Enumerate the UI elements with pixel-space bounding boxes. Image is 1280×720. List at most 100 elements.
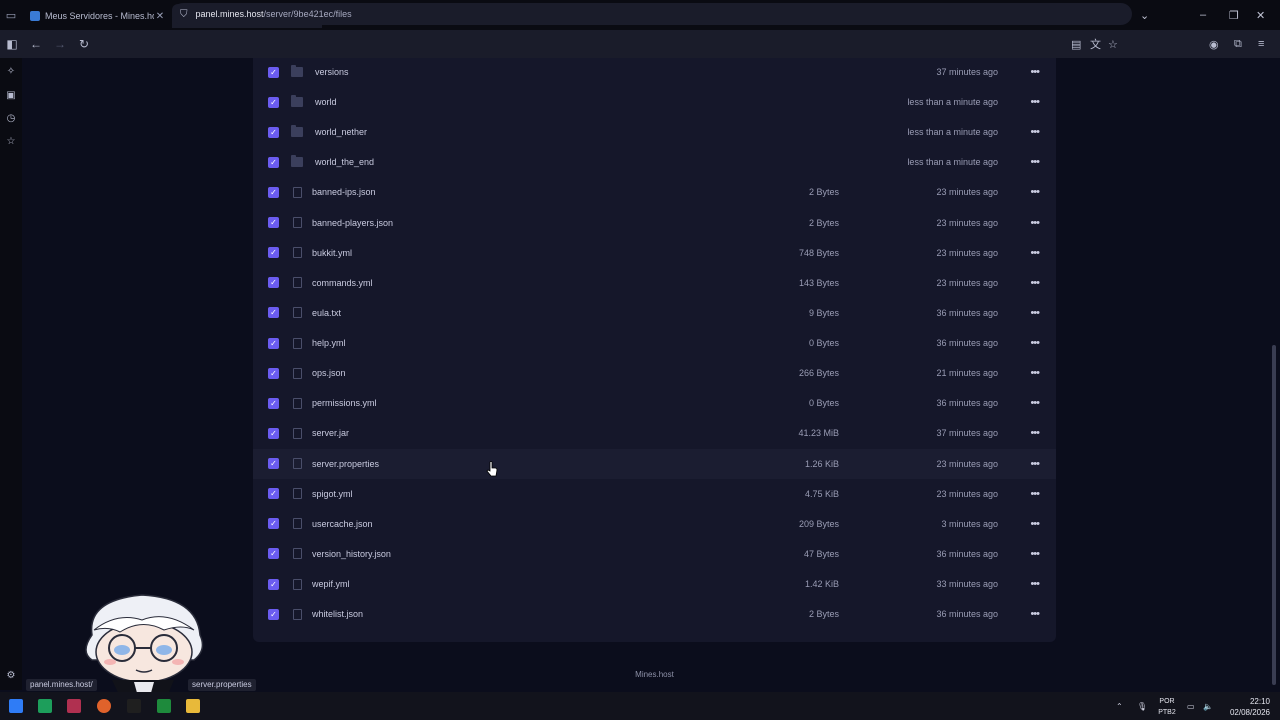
taskbar-vpn-icon[interactable] — [67, 699, 81, 713]
row-checkbox[interactable]: ✓ — [268, 367, 279, 379]
row-checkbox[interactable]: ✓ — [268, 186, 279, 198]
file-name[interactable]: server.properties — [312, 459, 379, 469]
bookmark-star-icon[interactable]: ☆ — [1108, 30, 1118, 58]
more-options-icon[interactable]: ••• — [1030, 578, 1040, 590]
file-name[interactable]: server.jar — [312, 428, 349, 438]
site-info-icon[interactable]: ⛉ — [180, 9, 188, 20]
address-bar[interactable]: ⛉ panel.mines.host/server/9be421ec/files — [172, 3, 1132, 25]
account-icon[interactable]: ◉ — [1209, 30, 1219, 58]
system-clock[interactable]: 22:10 02/08/2026 — [1218, 696, 1270, 718]
folder-row[interactable]: ✓ world_nether less than a minute ago ••• — [253, 117, 1056, 147]
file-name[interactable]: world — [315, 97, 337, 107]
file-name[interactable]: whitelist.json — [312, 609, 363, 619]
file-name[interactable]: wepif.yml — [312, 579, 350, 589]
file-row[interactable]: ✓ banned-ips.json 2 Bytes 23 minutes ago ••• — [253, 177, 1056, 207]
more-options-icon[interactable]: ••• — [1030, 126, 1040, 138]
row-checkbox[interactable]: ✓ — [268, 488, 279, 500]
settings-gear-icon[interactable]: ⚙ — [5, 670, 17, 682]
file-name[interactable]: banned-ips.json — [312, 187, 376, 197]
extensions-icon[interactable]: ⧉ — [1234, 30, 1242, 58]
row-checkbox[interactable]: ✓ — [268, 518, 279, 530]
row-checkbox[interactable]: ✓ — [268, 96, 279, 108]
network-icon[interactable]: ▭ — [1187, 692, 1195, 720]
file-name[interactable]: bukkit.yml — [312, 248, 352, 258]
file-name[interactable]: world_nether — [315, 127, 367, 137]
file-name[interactable]: help.yml — [312, 338, 346, 348]
row-checkbox[interactable]: ✓ — [268, 578, 279, 590]
start-windows-icon[interactable] — [9, 699, 23, 713]
microphone-icon[interactable]: 🎙 — [1137, 692, 1147, 720]
file-row[interactable]: ✓ commands.yml 143 Bytes 23 minutes ago ••• — [253, 268, 1056, 298]
file-name[interactable]: usercache.json — [312, 519, 373, 529]
more-options-icon[interactable]: ••• — [1030, 427, 1040, 439]
row-checkbox[interactable]: ✓ — [268, 307, 279, 319]
restore-icon[interactable]: ❐ — [1229, 0, 1239, 30]
file-row[interactable]: ✓ server.properties 1.26 KiB 23 minutes ago… — [253, 448, 1056, 479]
volume-icon[interactable]: 🔈 — [1203, 692, 1213, 720]
file-name[interactable]: commands.yml — [312, 278, 373, 288]
tab-search-icon[interactable]: ⌄ — [1140, 0, 1149, 30]
file-name[interactable]: version_history.json — [312, 549, 391, 559]
more-options-icon[interactable]: ••• — [1030, 156, 1040, 168]
row-checkbox[interactable]: ✓ — [268, 337, 279, 349]
folder-row[interactable]: ✓ world_the_end less than a minute ago ••• — [253, 147, 1056, 177]
taskbar-app-icon[interactable] — [38, 699, 52, 713]
more-options-icon[interactable]: ••• — [1030, 608, 1040, 620]
row-checkbox[interactable]: ✓ — [268, 397, 279, 409]
tabs-panel-icon[interactable]: ▣ — [5, 90, 17, 102]
file-row[interactable]: ✓ help.yml 0 Bytes 36 minutes ago ••• — [253, 328, 1056, 358]
row-checkbox[interactable]: ✓ — [268, 548, 279, 560]
row-checkbox[interactable]: ✓ — [268, 217, 279, 229]
more-options-icon[interactable]: ••• — [1030, 217, 1040, 229]
file-name[interactable]: eula.txt — [312, 308, 341, 318]
more-options-icon[interactable]: ••• — [1030, 66, 1040, 78]
page-scrollbar[interactable] — [1272, 345, 1276, 685]
file-name[interactable]: versions — [315, 67, 349, 77]
menu-icon[interactable]: ≡ — [1258, 30, 1264, 58]
file-row[interactable]: ✓ permissions.yml 0 Bytes 36 minutes ago ••• — [253, 388, 1056, 418]
row-checkbox[interactable]: ✓ — [268, 126, 279, 138]
row-checkbox[interactable]: ✓ — [268, 427, 279, 439]
ai-assistant-icon[interactable]: ✧ — [5, 66, 17, 78]
file-row[interactable]: ✓ bukkit.yml 748 Bytes 23 minutes ago ••• — [253, 238, 1056, 268]
taskbar-excel-icon[interactable] — [157, 699, 171, 713]
browser-tab[interactable]: Meus Servidores - Mines.host ✕ — [22, 4, 172, 28]
minimize-icon[interactable]: – — [1200, 0, 1206, 30]
file-row[interactable]: ✓ whitelist.json 2 Bytes 36 minutes ago ••• — [253, 599, 1056, 629]
sidebar-toggle-icon[interactable]: ◧ — [0, 32, 24, 56]
file-row[interactable]: ✓ ops.json 266 Bytes 21 minutes ago ••• — [253, 358, 1056, 388]
file-name[interactable]: ops.json — [312, 368, 346, 378]
translate-icon[interactable]: 文 — [1090, 30, 1101, 58]
back-icon[interactable]: ← — [24, 32, 48, 56]
reader-view-icon[interactable]: ▤ — [1071, 30, 1081, 58]
bookmarks-icon[interactable]: ☆ — [5, 136, 17, 148]
file-name[interactable]: permissions.yml — [312, 398, 377, 408]
more-options-icon[interactable]: ••• — [1030, 96, 1040, 108]
row-checkbox[interactable]: ✓ — [268, 247, 279, 259]
reload-icon[interactable]: ↻ — [72, 32, 96, 56]
file-row[interactable]: ✓ wepif.yml 1.42 KiB 33 minutes ago ••• — [253, 569, 1056, 599]
footer-brand[interactable]: Mines.host — [253, 670, 1056, 679]
row-checkbox[interactable]: ✓ — [268, 156, 279, 168]
more-options-icon[interactable]: ••• — [1030, 488, 1040, 500]
taskbar-explorer-icon[interactable] — [186, 699, 200, 713]
row-checkbox[interactable]: ✓ — [268, 277, 279, 289]
row-checkbox[interactable]: ✓ — [268, 458, 279, 470]
file-row[interactable]: ✓ version_history.json 47 Bytes 36 minutes … — [253, 539, 1056, 569]
more-options-icon[interactable]: ••• — [1030, 397, 1040, 409]
more-options-icon[interactable]: ••• — [1030, 367, 1040, 379]
taskbar-app2-icon[interactable] — [127, 699, 141, 713]
file-name[interactable]: spigot.yml — [312, 489, 353, 499]
file-row[interactable]: ✓ usercache.json 209 Bytes 3 minutes ago ••• — [253, 509, 1056, 539]
file-row[interactable]: ✓ server.jar 41.23 MiB 37 minutes ago ••• — [253, 418, 1056, 448]
tab-list-icon[interactable]: ▭ — [0, 0, 22, 30]
file-row[interactable]: ✓ eula.txt 9 Bytes 36 minutes ago ••• — [253, 298, 1056, 328]
history-icon[interactable]: ◷ — [5, 113, 17, 125]
row-checkbox[interactable]: ✓ — [268, 608, 279, 620]
more-options-icon[interactable]: ••• — [1030, 548, 1040, 560]
more-options-icon[interactable]: ••• — [1030, 307, 1040, 319]
more-options-icon[interactable]: ••• — [1030, 186, 1040, 198]
close-window-icon[interactable]: ✕ — [1256, 0, 1265, 30]
row-checkbox[interactable]: ✓ — [268, 66, 279, 78]
file-row[interactable]: ✓ spigot.yml 4.75 KiB 23 minutes ago ••• — [253, 479, 1056, 509]
